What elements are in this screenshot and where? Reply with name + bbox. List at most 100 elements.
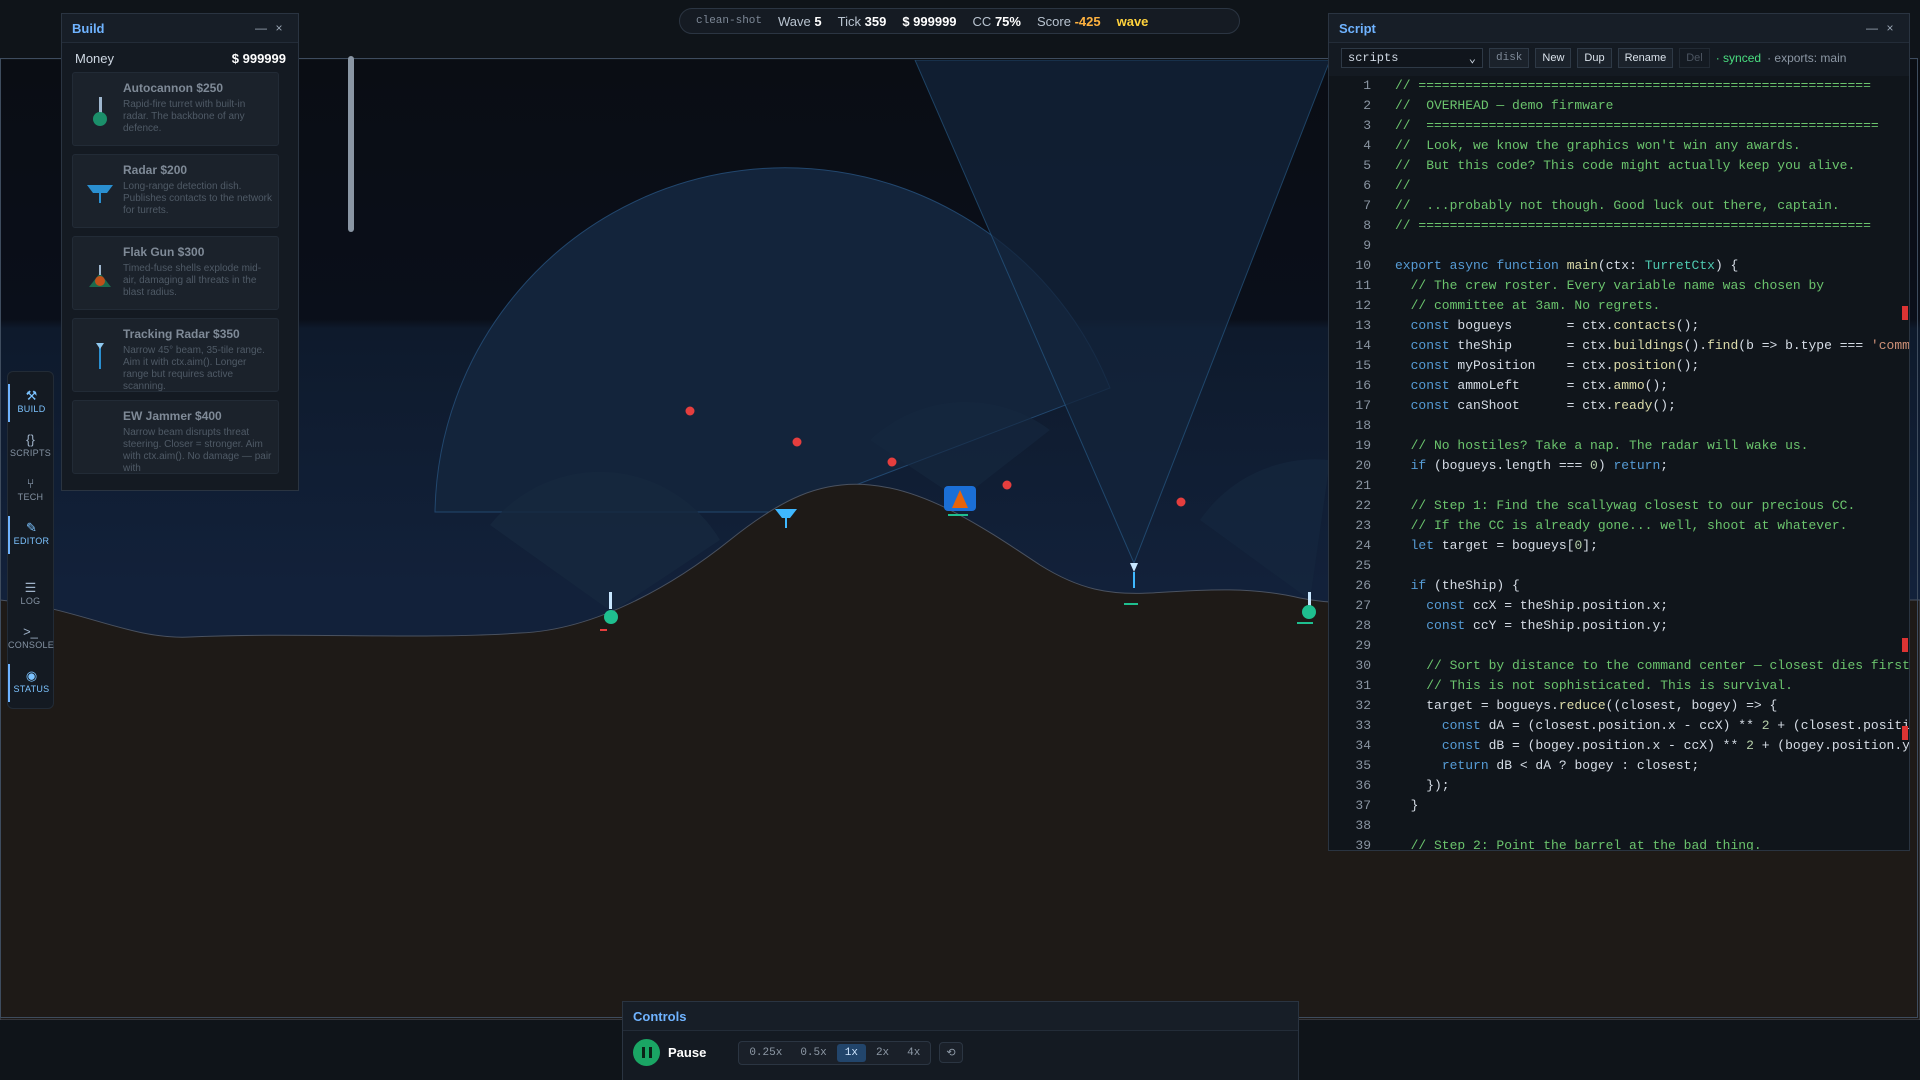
code-line[interactable]: 25 — [1329, 556, 1909, 576]
build-panel: Build — × Money $ 999999 Autocannon $250… — [61, 13, 354, 491]
code-line[interactable]: 20 if (bogueys.length === 0) return; — [1329, 456, 1909, 476]
minimize-button[interactable]: — — [252, 21, 270, 35]
code-line[interactable]: 35 return dB < dA ? bogey : closest; — [1329, 756, 1909, 776]
close-button[interactable]: × — [270, 21, 288, 35]
code-line[interactable]: 38 — [1329, 816, 1909, 836]
script-select[interactable]: scripts ⌄ — [1341, 48, 1483, 68]
rail-console[interactable]: >_ CONSOLE — [8, 620, 54, 658]
code-line[interactable]: 16 const ammoLeft = ctx.ammo(); — [1329, 376, 1909, 396]
code-line[interactable]: 28 const ccY = theShip.position.y; — [1329, 616, 1909, 636]
rename-button[interactable]: Rename — [1617, 48, 1674, 68]
pause-icon[interactable] — [633, 1039, 660, 1066]
controls-header[interactable]: Controls — [623, 1002, 1298, 1031]
line-number: 25 — [1355, 558, 1371, 573]
code-line[interactable]: 9 — [1329, 236, 1909, 256]
rail-tech[interactable]: ⑂ TECH — [8, 472, 53, 510]
line-number: 19 — [1355, 438, 1371, 453]
line-number: 37 — [1355, 798, 1371, 813]
code-line[interactable]: 24 let target = bogueys[0]; — [1329, 536, 1909, 556]
code-line[interactable]: 19 // No hostiles? Take a nap. The radar… — [1329, 436, 1909, 456]
speed-0-5x[interactable]: 0.5x — [792, 1044, 834, 1062]
code-line[interactable]: 22 // Step 1: Find the scallywag closest… — [1329, 496, 1909, 516]
speed-1x[interactable]: 1x — [836, 1043, 866, 1062]
code-line[interactable]: 17 const canShoot = ctx.ready(); — [1329, 396, 1909, 416]
script-panel-title: Script — [1339, 20, 1376, 36]
line-number: 10 — [1355, 258, 1371, 273]
build-item-radar[interactable]: Radar $200 Long-range detection dish. Pu… — [72, 154, 279, 228]
line-number: 33 — [1355, 718, 1371, 733]
code-line[interactable]: 8 // ====================================… — [1329, 216, 1909, 236]
minimize-button[interactable]: — — [1863, 21, 1881, 35]
rail-status[interactable]: ◉ STATUS — [8, 664, 53, 702]
code-line[interactable]: 2 // OVERHEAD — demo firmware — [1329, 96, 1909, 116]
line-number: 26 — [1355, 578, 1371, 593]
code-line[interactable]: 27 const ccX = theShip.position.x; — [1329, 596, 1909, 616]
build-item-flak-gun[interactable]: Flak Gun $300 Timed-fuse shells explode … — [72, 236, 279, 310]
code-text: // The crew roster. Every variable name … — [1395, 278, 1825, 293]
code-line[interactable]: 13 const bogueys = ctx.contacts(); — [1329, 316, 1909, 336]
code-line[interactable]: 1 // ====================================… — [1329, 76, 1909, 96]
rail-editor[interactable]: ✎ EDITOR — [8, 516, 53, 554]
code-line[interactable]: 5 // But this code? This code might actua… — [1329, 156, 1909, 176]
code-line[interactable]: 15 const myPosition = ctx.position(); — [1329, 356, 1909, 376]
code-line[interactable]: 37 } — [1329, 796, 1909, 816]
build-panel-header[interactable]: Build — × — [62, 14, 298, 43]
code-text: // Look, we know the graphics won't win … — [1395, 138, 1801, 153]
build-scrollbar[interactable] — [348, 56, 354, 232]
code-editor[interactable]: 1 // ====================================… — [1329, 76, 1909, 850]
build-item-desc: Narrow beam disrupts threat steering. Cl… — [123, 427, 272, 474]
build-panel-title: Build — [72, 20, 105, 36]
code-text: const myPosition = ctx.position(); — [1410, 358, 1700, 373]
code-line[interactable]: 30 // Sort by distance to the command ce… — [1329, 656, 1909, 676]
rail-log[interactable]: ☰ LOG — [8, 576, 53, 614]
line-number: 15 — [1355, 358, 1371, 373]
speed-2x[interactable]: 2x — [868, 1044, 897, 1062]
code-line[interactable]: 34 const dB = (bogey.position.x - ccX) *… — [1329, 736, 1909, 756]
code-line[interactable]: 33 const dA = (closest.position.x - ccX)… — [1329, 716, 1909, 736]
code-line[interactable]: 14 const theShip = ctx.buildings().find(… — [1329, 336, 1909, 356]
code-line[interactable]: 10 export async function main(ctx: Turret… — [1329, 256, 1909, 276]
speed-4x[interactable]: 4x — [899, 1044, 928, 1062]
threat — [792, 437, 802, 447]
line-number: 16 — [1355, 378, 1371, 393]
code-line[interactable]: 4 // Look, we know the graphics won't win… — [1329, 136, 1909, 156]
code-line[interactable]: 26 if (theShip) { — [1329, 576, 1909, 596]
step-icon[interactable]: ⟲ — [939, 1042, 963, 1063]
code-line[interactable]: 6 // — [1329, 176, 1909, 196]
delete-button[interactable]: Del — [1679, 48, 1710, 68]
hud-score: Score -425 — [1036, 13, 1101, 29]
build-item-autocannon[interactable]: Autocannon $250 Rapid-fire turret with b… — [72, 72, 279, 146]
line-number: 5 — [1363, 158, 1371, 173]
braces-icon: {} — [26, 432, 35, 447]
code-text: const ccY = theShip.position.y; — [1426, 618, 1669, 633]
script-panel-header[interactable]: Script — × — [1329, 14, 1909, 43]
build-item-tracking-radar[interactable]: Tracking Radar $350 Narrow 45° beam, 35-… — [72, 318, 279, 392]
autocannon-icon — [93, 97, 107, 126]
code-line[interactable]: 11 // The crew roster. Every variable na… — [1329, 276, 1909, 296]
speed-0-25x[interactable]: 0.25x — [741, 1044, 790, 1062]
new-button[interactable]: New — [1535, 48, 1572, 68]
code-line[interactable]: 21 — [1329, 476, 1909, 496]
line-number: 38 — [1355, 818, 1371, 833]
hammer-icon: ⚒ — [25, 388, 38, 403]
dup-button[interactable]: Dup — [1577, 48, 1612, 68]
code-line[interactable]: 18 — [1329, 416, 1909, 436]
code-line[interactable]: 31 // This is not sophisticated. This is… — [1329, 676, 1909, 696]
code-line[interactable]: 36 }); — [1329, 776, 1909, 796]
code-line[interactable]: 39 // Step 2: Point the barrel at the ba… — [1329, 836, 1909, 850]
code-line[interactable]: 29 — [1329, 636, 1909, 656]
hud-bar: clean-shot Wave 5 Tick 359 $ 999999 CC 7… — [679, 8, 1240, 34]
disk-button[interactable]: disk — [1489, 48, 1530, 68]
pause-label[interactable]: Pause — [668, 1045, 706, 1060]
code-line[interactable]: 32 target = bogueys.reduce((closest, bog… — [1329, 696, 1909, 716]
code-line[interactable]: 23 // If the CC is already gone... well,… — [1329, 516, 1909, 536]
close-button[interactable]: × — [1881, 21, 1899, 35]
threat — [1002, 480, 1012, 490]
rail-build[interactable]: ⚒ BUILD — [8, 384, 53, 422]
build-item-ew-jammer[interactable]: EW Jammer $400 Narrow beam disrupts thre… — [72, 400, 279, 474]
rail-scripts[interactable]: {} SCRIPTS — [8, 428, 53, 466]
code-line[interactable]: 7 // ...probably not though. Good luck ou… — [1329, 196, 1909, 216]
code-line[interactable]: 3 // ====================================… — [1329, 116, 1909, 136]
money-label: Money — [75, 51, 115, 66]
code-line[interactable]: 12 // committee at 3am. No regrets. — [1329, 296, 1909, 316]
